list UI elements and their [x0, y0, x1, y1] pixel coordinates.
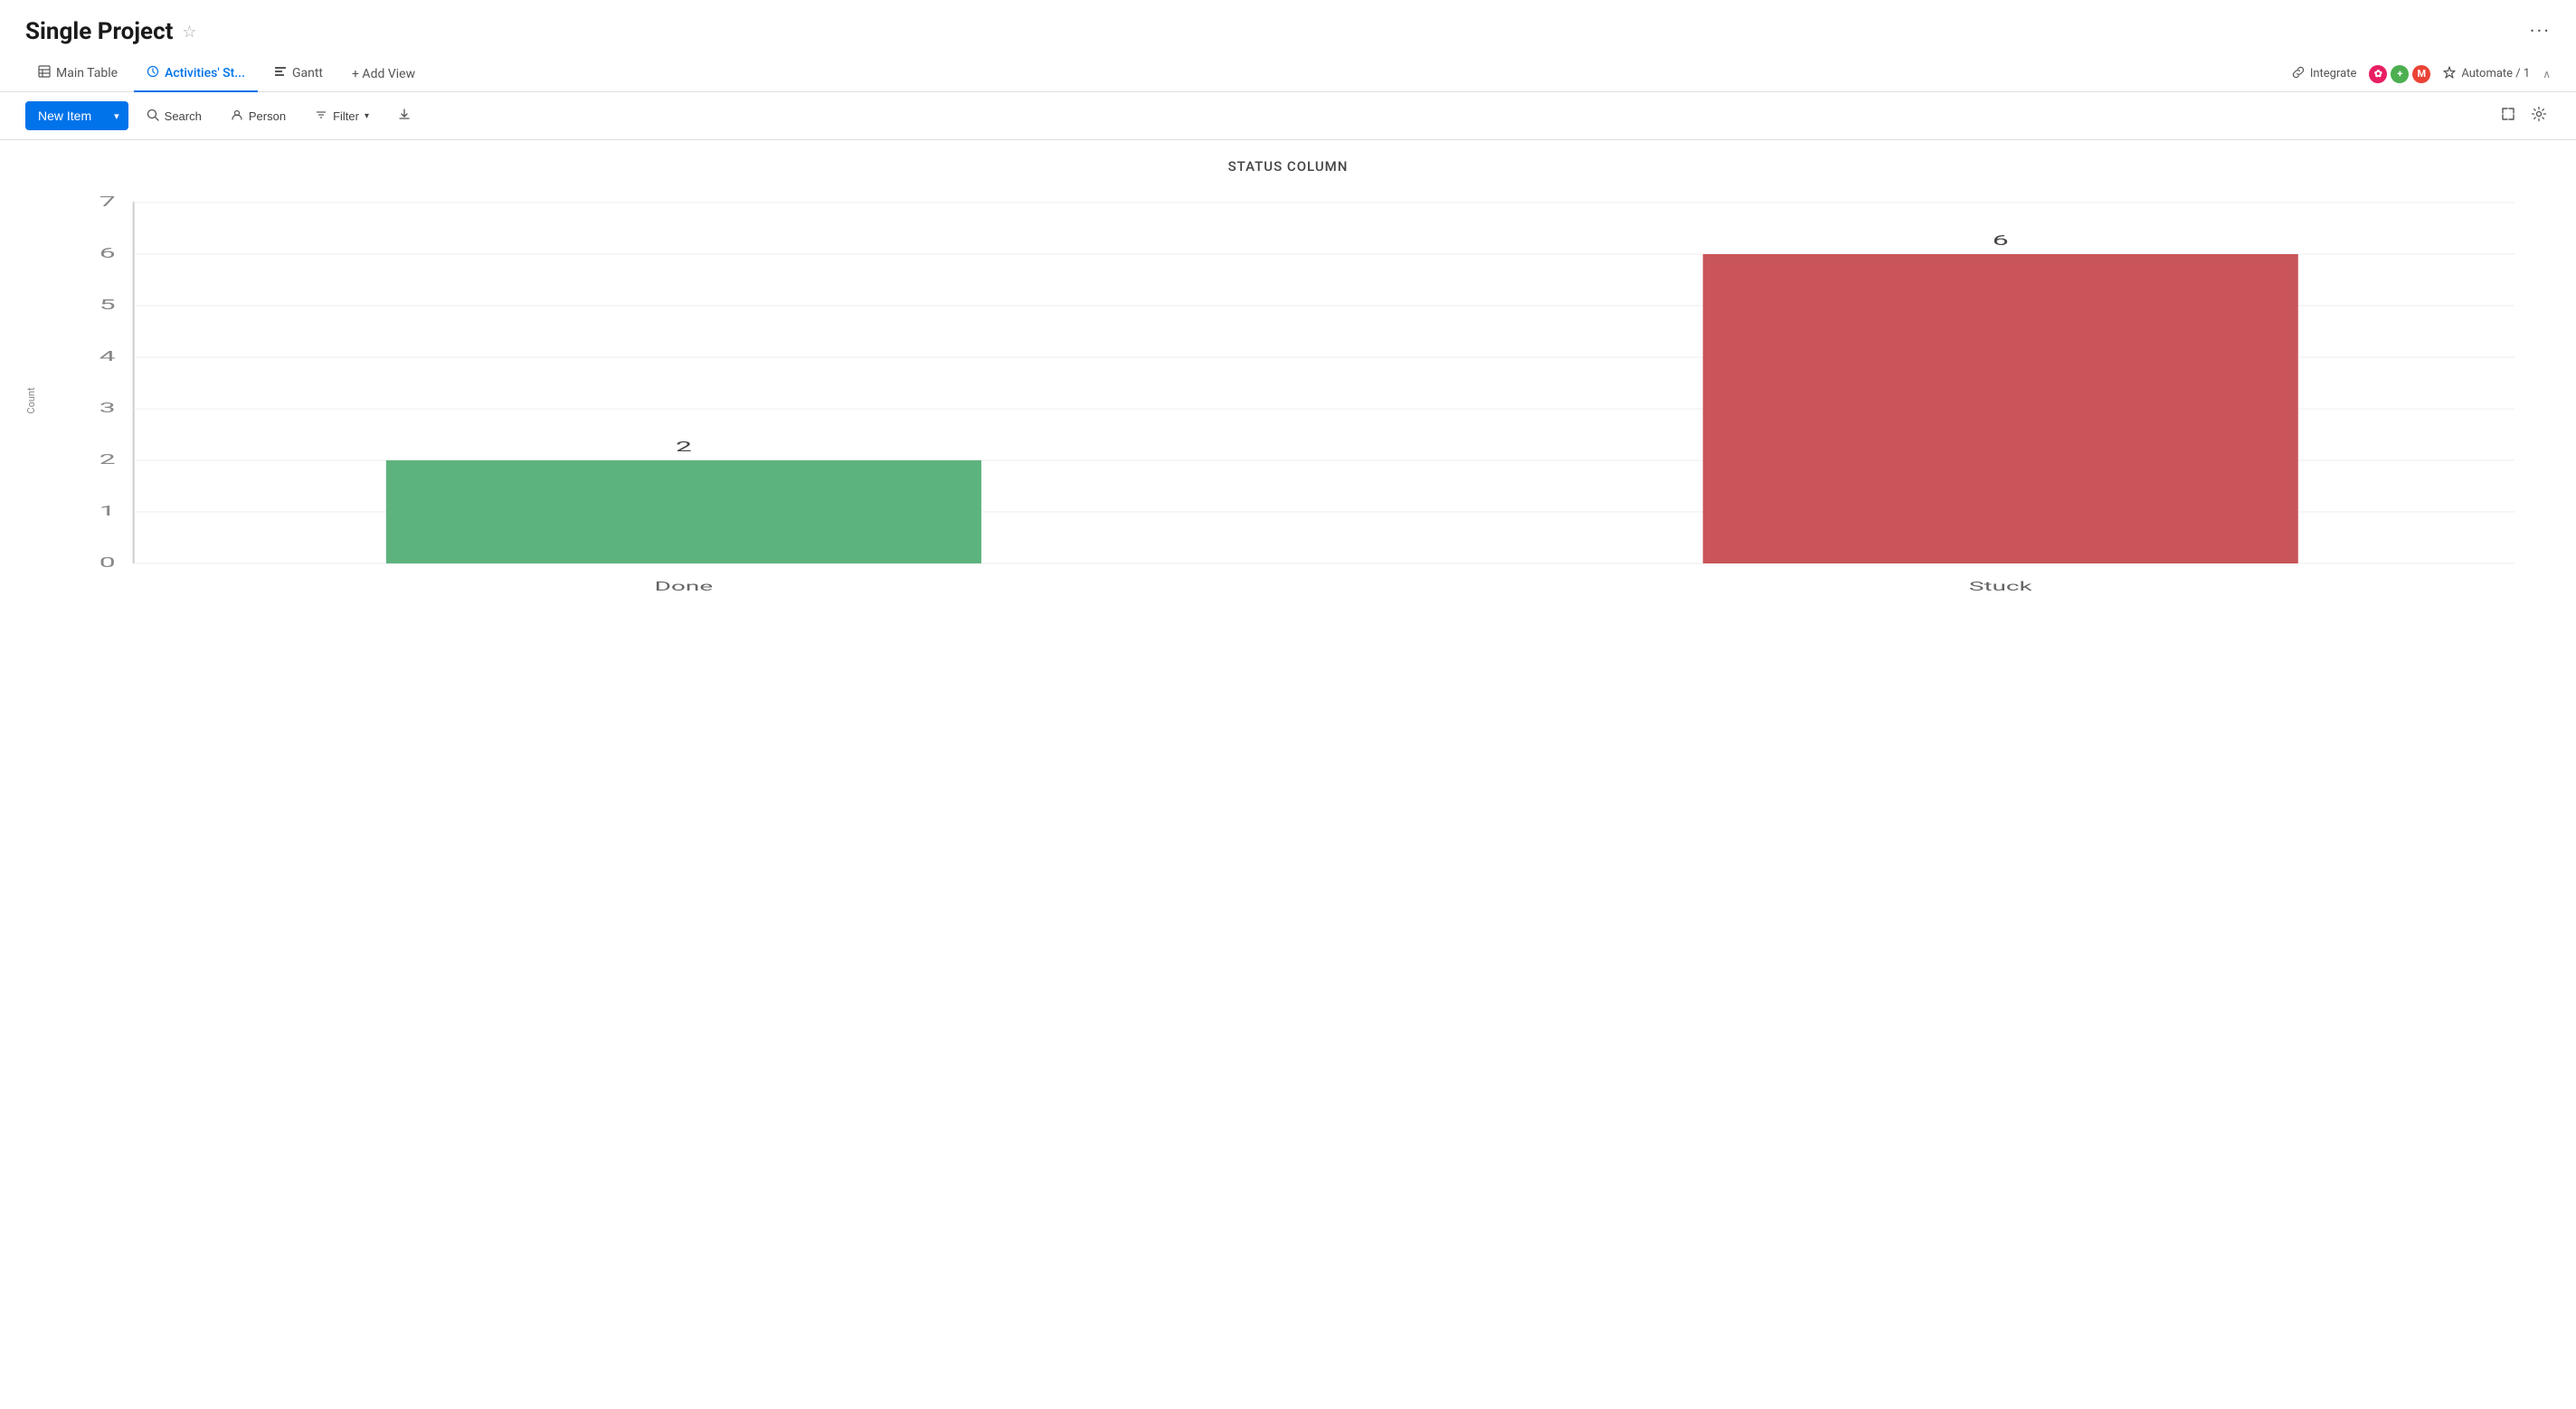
page-header: Single Project ☆ ··· [0, 0, 2576, 56]
search-button[interactable]: Search [136, 102, 213, 130]
add-view-label: + Add View [352, 67, 415, 81]
tab-activities-label: Activities' St... [165, 66, 245, 80]
integration-icon-gmail: M [2412, 65, 2430, 83]
search-label: Search [165, 109, 202, 123]
filter-icon [315, 109, 327, 124]
bar-chart: 0 1 2 3 4 5 6 7 2 D [25, 193, 2551, 609]
tab-main-table-label: Main Table [56, 66, 118, 80]
search-icon [147, 109, 159, 124]
y-axis-label: Count [25, 387, 37, 413]
activities-icon [147, 65, 159, 81]
person-label: Person [249, 109, 286, 123]
tabs-bar: Main Table Activities' St... Gantt [0, 56, 2576, 92]
svg-text:0: 0 [99, 554, 116, 571]
header-left: Single Project ☆ [25, 18, 197, 45]
chart-container: Count 0 1 2 3 4 5 6 [25, 193, 2551, 609]
integration-icons: ✿ + M [2369, 65, 2430, 83]
integration-icon-pink: ✿ [2369, 65, 2387, 83]
filter-button[interactable]: Filter ▾ [304, 102, 380, 130]
bar-done [386, 460, 981, 563]
svg-text:7: 7 [99, 194, 116, 210]
svg-text:3: 3 [99, 400, 116, 416]
svg-text:6: 6 [1993, 232, 2009, 249]
new-item-button[interactable]: New Item ▾ [25, 101, 128, 130]
download-icon [398, 109, 411, 124]
expand-icon[interactable] [2496, 102, 2520, 130]
svg-text:1: 1 [99, 503, 116, 519]
more-options-icon[interactable]: ··· [2530, 21, 2551, 43]
collapse-icon[interactable]: ∧ [2543, 68, 2551, 80]
tabs-right: Integrate ✿ + M Automate / 1 ∧ [2292, 65, 2551, 83]
automate-button[interactable]: Automate / 1 [2443, 66, 2530, 82]
new-item-label: New Item [25, 101, 104, 130]
svg-text:Stuck: Stuck [1969, 580, 2033, 594]
svg-text:2: 2 [99, 451, 116, 468]
chart-area: STATUS COLUMN Count 0 1 2 3 4 5 [0, 140, 2576, 627]
integration-icon-green: + [2391, 65, 2409, 83]
filter-chevron-icon: ▾ [365, 111, 369, 121]
tab-gantt[interactable]: Gantt [261, 56, 336, 92]
svg-text:6: 6 [99, 245, 116, 261]
automate-label: Automate / 1 [2461, 67, 2530, 80]
automate-icon [2443, 66, 2456, 82]
new-item-dropdown-icon[interactable]: ▾ [105, 103, 128, 129]
chart-title: STATUS COLUMN [25, 158, 2551, 175]
bar-stuck [1703, 254, 2298, 563]
tab-main-table[interactable]: Main Table [25, 56, 130, 92]
filter-label: Filter [333, 109, 359, 123]
tabs-left: Main Table Activities' St... Gantt [25, 56, 428, 91]
integrate-label: Integrate [2310, 67, 2357, 80]
integrate-button[interactable]: Integrate [2292, 66, 2357, 82]
person-button[interactable]: Person [220, 102, 297, 130]
toolbar-right [2496, 102, 2551, 130]
person-icon [231, 109, 243, 124]
link-icon [2292, 66, 2305, 82]
toolbar-left: New Item ▾ Search Person [25, 101, 421, 130]
svg-text:5: 5 [99, 297, 116, 313]
settings-icon[interactable] [2527, 102, 2551, 130]
tab-gantt-label: Gantt [292, 66, 323, 80]
star-icon[interactable]: ☆ [182, 23, 196, 42]
table-icon [38, 65, 51, 81]
svg-text:2: 2 [676, 439, 692, 455]
gantt-icon [274, 65, 287, 81]
svg-text:Done: Done [655, 580, 713, 594]
download-button[interactable] [387, 102, 421, 130]
toolbar: New Item ▾ Search Person [0, 92, 2576, 140]
add-view-tab[interactable]: + Add View [339, 58, 428, 90]
page-title: Single Project [25, 18, 173, 45]
tab-activities[interactable]: Activities' St... [134, 56, 258, 92]
svg-text:4: 4 [99, 348, 116, 364]
